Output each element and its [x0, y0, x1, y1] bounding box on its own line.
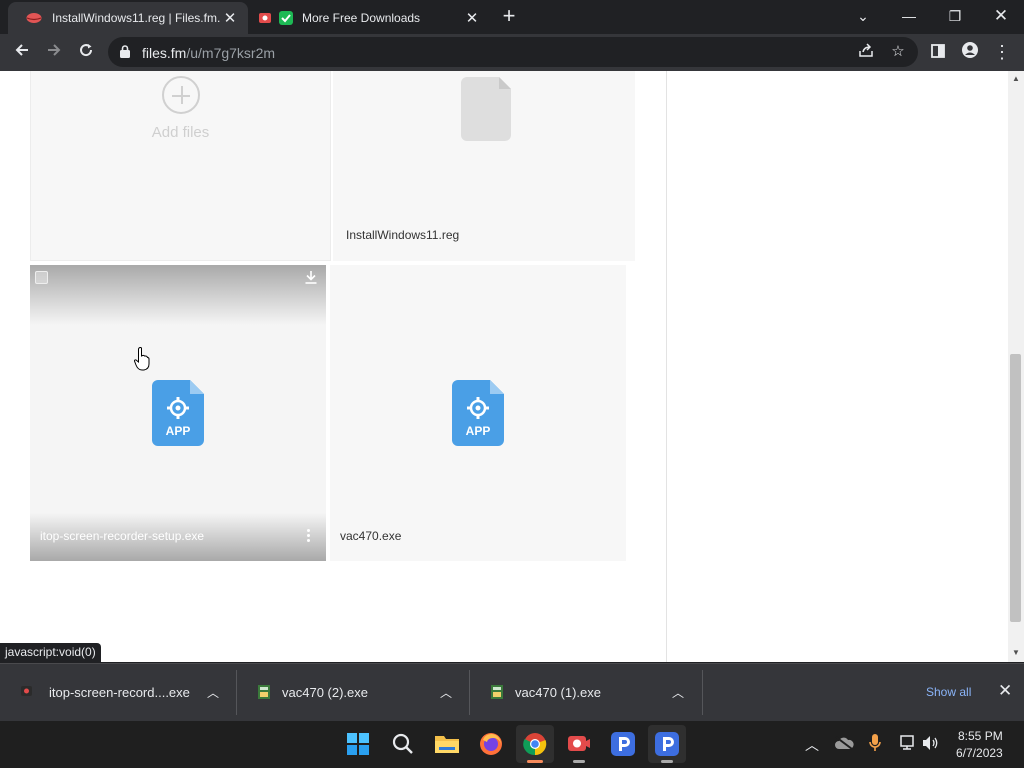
p-app-icon[interactable]: [604, 725, 642, 763]
profile-icon[interactable]: [956, 39, 984, 67]
network-icon[interactable]: [898, 735, 916, 754]
back-icon[interactable]: [8, 39, 36, 67]
onedrive-cloud-icon[interactable]: [834, 736, 854, 753]
running-app-indicator: [573, 760, 585, 763]
download-name: vac470 (1).exe: [515, 685, 601, 700]
file-explorer-icon[interactable]: [428, 725, 466, 763]
download-icon[interactable]: [304, 270, 318, 289]
file-name[interactable]: InstallWindows11.reg: [346, 228, 459, 242]
url-host: files.fm: [142, 45, 187, 61]
forward-icon[interactable]: [40, 39, 68, 67]
download-shelf: itop-screen-record....exe ︿ vac470 (2).e…: [0, 663, 1024, 721]
running-app-indicator: [661, 760, 673, 763]
chevron-up-icon[interactable]: ︿: [672, 684, 684, 701]
tab-search-chevron-icon[interactable]: ⌄: [840, 3, 886, 29]
hand-cursor-icon: [133, 347, 150, 376]
bookmark-star-icon[interactable]: ☆: [888, 42, 908, 62]
firefox-icon[interactable]: [472, 725, 510, 763]
screen-recorder-icon[interactable]: [560, 725, 598, 763]
download-name: vac470 (2).exe: [282, 685, 368, 700]
download-name: itop-screen-record....exe: [49, 685, 190, 700]
reload-icon[interactable]: [72, 39, 100, 67]
restore-icon[interactable]: ❐: [932, 3, 978, 29]
recorder-app-icon: [20, 684, 34, 701]
download-separator: [702, 670, 703, 715]
tab-strip: InstallWindows11.reg | Files.fm. ✕ More …: [0, 0, 1024, 34]
recorder-icon: [258, 10, 274, 26]
select-checkbox[interactable]: [35, 271, 48, 284]
close-window-icon[interactable]: ✕: [978, 3, 1024, 29]
installer-icon: [490, 684, 504, 703]
vertical-scrollbar[interactable]: ▲ ▼: [1008, 71, 1024, 662]
installer-icon: [257, 684, 271, 703]
p-app-running-icon[interactable]: [648, 725, 686, 763]
add-files-card[interactable]: Add files: [30, 71, 331, 261]
active-app-indicator: [527, 760, 543, 763]
close-tab-icon[interactable]: ✕: [220, 9, 240, 27]
address-bar[interactable]: files.fm/u/m7g7ksr2m ☆: [108, 37, 918, 67]
file-card-itop-screen-recorder[interactable]: APP itop-screen-recorder-setup.exe: [30, 265, 326, 561]
file-name[interactable]: vac470.exe: [340, 529, 401, 543]
close-shelf-icon[interactable]: ✕: [998, 681, 1012, 701]
side-panel-icon[interactable]: [924, 39, 952, 67]
scrollbar-thumb[interactable]: [1010, 354, 1021, 622]
app-file-icon: APP: [452, 380, 504, 451]
share-icon[interactable]: [856, 42, 876, 62]
download-item-itop[interactable]: itop-screen-record....exe ︿: [0, 664, 236, 721]
new-tab-icon[interactable]: +: [498, 5, 520, 29]
chevron-up-icon[interactable]: ︿: [207, 684, 219, 701]
search-icon[interactable]: [384, 725, 422, 763]
lock-icon[interactable]: [120, 45, 130, 63]
link-status-bubble: javascript:void(0): [0, 643, 101, 662]
chevron-up-icon[interactable]: ︿: [440, 684, 452, 701]
more-options-icon[interactable]: [303, 527, 313, 545]
show-all-downloads-link[interactable]: Show all: [926, 685, 971, 699]
app-badge: APP: [465, 424, 491, 438]
clock-date[interactable]: 6/7/2023: [956, 746, 1003, 760]
download-item-vac470-2[interactable]: vac470 (2).exe ︿: [237, 664, 469, 721]
microphone-icon[interactable]: [869, 734, 881, 755]
generic-file-icon: [461, 77, 511, 146]
download-item-vac470-1[interactable]: vac470 (1).exe ︿: [470, 664, 702, 721]
clock-time[interactable]: 8:55 PM: [958, 729, 1003, 743]
menu-kebab-icon[interactable]: ⋮: [988, 39, 1016, 67]
file-name[interactable]: itop-screen-recorder-setup.exe: [40, 529, 204, 543]
minimize-icon[interactable]: —: [886, 3, 932, 29]
scroll-up-arrow-icon[interactable]: ▲: [1012, 74, 1020, 83]
column-divider: [666, 71, 667, 662]
tab-title: InstallWindows11.reg | Files.fm.: [52, 11, 220, 25]
windows-taskbar: ︿ 8:55 PM 6/7/2023: [0, 721, 1024, 768]
file-card-installwindows11[interactable]: InstallWindows11.reg: [333, 71, 635, 261]
check-icon: [278, 10, 294, 26]
tray-overflow-chevron-icon[interactable]: ︿: [805, 735, 819, 755]
scroll-down-arrow-icon[interactable]: ▼: [1012, 648, 1020, 657]
tab-more-free-downloads[interactable]: More Free Downloads ✕: [250, 2, 490, 34]
url-path: /u/m7g7ksr2m: [186, 45, 276, 61]
tab-files-fm[interactable]: InstallWindows11.reg | Files.fm. ✕: [8, 2, 248, 34]
add-files-label: Add files: [151, 124, 210, 141]
app-badge: APP: [165, 424, 191, 438]
add-circle-icon[interactable]: [162, 76, 200, 114]
windows-start-icon[interactable]: [339, 725, 377, 763]
lips-icon: [26, 10, 42, 26]
url-text: files.fm/u/m7g7ksr2m: [142, 45, 275, 61]
tab-title: More Free Downloads: [302, 11, 421, 25]
file-card-vac470[interactable]: APP vac470.exe: [330, 265, 626, 561]
chrome-icon[interactable]: [516, 725, 554, 763]
app-file-icon: APP: [152, 380, 204, 451]
volume-icon[interactable]: [922, 735, 940, 754]
hover-overlay-top: [30, 265, 326, 325]
page-content: Add files InstallWindows11.reg APP itop-…: [0, 71, 1008, 662]
close-tab-icon[interactable]: ✕: [462, 9, 482, 27]
browser-toolbar: files.fm/u/m7g7ksr2m ☆ ⋮: [0, 34, 1024, 71]
